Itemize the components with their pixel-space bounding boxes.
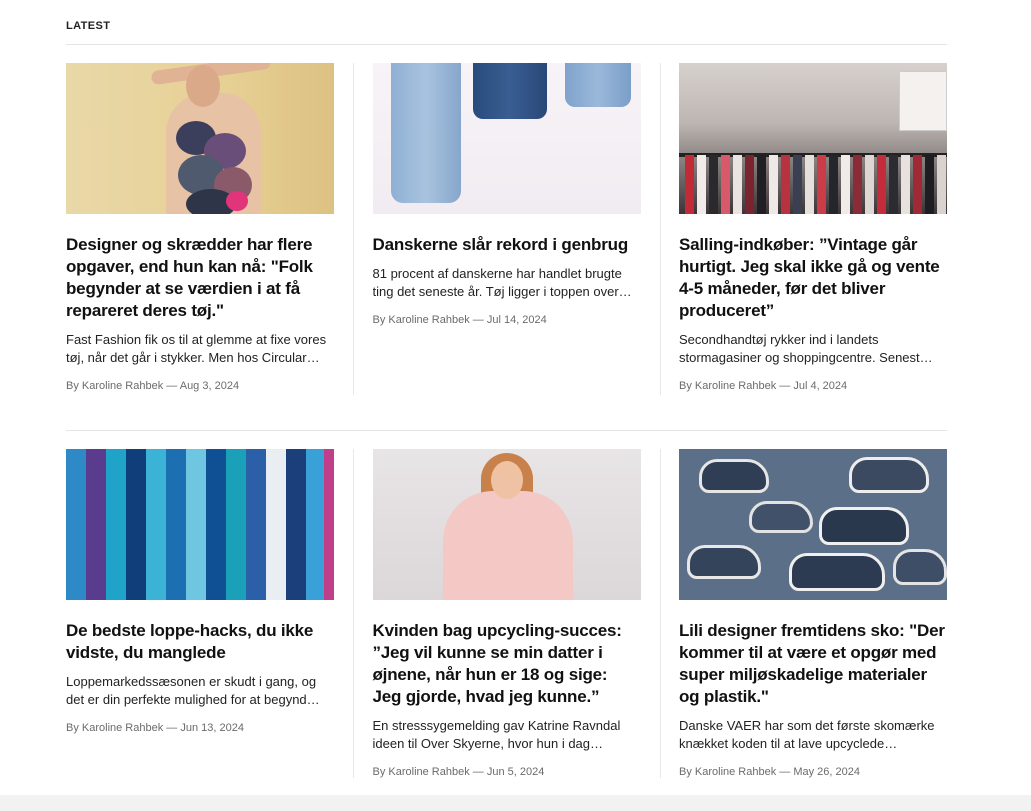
article-thumbnail[interactable] (372, 63, 641, 214)
article-thumbnail[interactable] (66, 449, 334, 600)
article-card[interactable]: Salling-indkøber: ”Vintage går hurtigt. … (679, 63, 947, 395)
column-divider (334, 63, 373, 395)
article-thumbnail[interactable] (679, 63, 947, 214)
article-excerpt: Secondhandtøj rykker ind i landets storm… (679, 332, 933, 365)
article-excerpt: 81 procent af danskerne har handlet brug… (372, 266, 632, 299)
latest-articles-page: LATEST Designer og skrædder har flere op… (0, 0, 1031, 811)
article-card[interactable]: Kvinden bag upcycling-succes: ”Jeg vil k… (372, 449, 641, 778)
article-excerpt: En stresssygemelding gav Katrine Ravndal… (372, 718, 621, 751)
section-title: LATEST (66, 20, 111, 32)
row-divider (66, 430, 947, 431)
article-card[interactable]: De bedste loppe-hacks, du ikke vidste, d… (66, 449, 334, 778)
article-headline[interactable]: Salling-indkøber: ”Vintage går hurtigt. … (679, 234, 947, 322)
article-thumbnail[interactable] (372, 449, 641, 600)
article-meta: By Karoline Rahbek — May 26, 2024 (679, 766, 860, 778)
footer-strip (0, 795, 1031, 811)
article-meta: By Karoline Rahbek — Jul 4, 2024 (679, 380, 848, 392)
article-card[interactable]: Danskerne slår rekord i genbrug 81 proce… (372, 63, 641, 395)
article-headline[interactable]: Lili designer fremtidens sko: "Der komme… (679, 620, 947, 708)
article-headline[interactable]: Designer og skrædder har flere opgaver, … (66, 234, 334, 322)
column-divider (334, 449, 373, 778)
article-row: De bedste loppe-hacks, du ikke vidste, d… (66, 449, 947, 778)
article-excerpt: Danske VAER har som det første skomærke … (679, 718, 935, 751)
section-header: LATEST (66, 20, 947, 45)
article-card[interactable]: Lili designer fremtidens sko: "Der komme… (679, 449, 947, 778)
article-excerpt: Fast Fashion fik os til at glemme at fix… (66, 332, 327, 365)
article-thumbnail[interactable] (66, 63, 334, 214)
article-meta: By Karoline Rahbek — Jun 13, 2024 (66, 722, 244, 734)
column-divider (641, 449, 680, 778)
article-headline[interactable]: Danskerne slår rekord i genbrug (373, 234, 641, 256)
article-meta: By Karoline Rahbek — Aug 3, 2024 (66, 380, 240, 392)
article-excerpt: Loppemarkedssæsonen er skudt i gang, og … (66, 674, 320, 707)
article-card[interactable]: Designer og skrædder har flere opgaver, … (66, 63, 334, 395)
article-headline[interactable]: Kvinden bag upcycling-succes: ”Jeg vil k… (373, 620, 641, 708)
column-divider (641, 63, 680, 395)
article-thumbnail[interactable] (679, 449, 947, 600)
article-meta: By Karoline Rahbek — Jul 14, 2024 (372, 314, 547, 326)
article-row: Designer og skrædder har flere opgaver, … (66, 63, 947, 395)
article-headline[interactable]: De bedste loppe-hacks, du ikke vidste, d… (66, 620, 334, 664)
article-meta: By Karoline Rahbek — Jun 5, 2024 (372, 766, 545, 778)
